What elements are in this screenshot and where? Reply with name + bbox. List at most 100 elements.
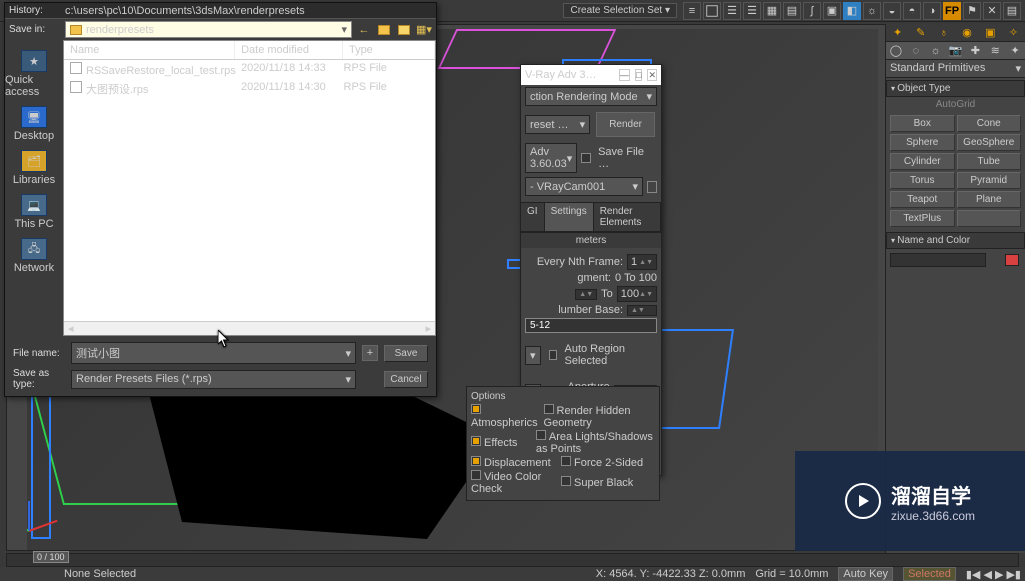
- filename-input[interactable]: 测试小图▾: [71, 342, 356, 364]
- opt-check[interactable]: [561, 456, 571, 466]
- to-spinner[interactable]: 100▲▼: [617, 286, 657, 302]
- cancel-button[interactable]: Cancel: [384, 371, 428, 388]
- place-network[interactable]: 🖧Network: [14, 238, 54, 274]
- col-name[interactable]: Name: [64, 41, 235, 59]
- newfolder-icon[interactable]: [396, 22, 412, 38]
- helper-icon[interactable]: ✚: [965, 42, 985, 59]
- toolbar-curve-icon[interactable]: ∫: [803, 2, 821, 20]
- util-tab-icon[interactable]: ✧: [1002, 24, 1025, 41]
- opt-check[interactable]: [471, 456, 481, 466]
- toolbar-layers-icon[interactable]: ▤: [783, 2, 801, 20]
- view-combo[interactable]: - VRayCam001▾: [525, 177, 643, 196]
- toolbar-render-icon[interactable]: ☼: [863, 2, 881, 20]
- file-row[interactable]: 大图预设.rps 2020/11/18 14:30 RPS File: [64, 79, 435, 99]
- savein-combo[interactable]: renderpresets ▾: [65, 21, 352, 38]
- place-desktop[interactable]: 🖥Desktop: [14, 106, 54, 142]
- opt-check[interactable]: [544, 404, 554, 414]
- prim-button[interactable]: Box: [890, 115, 955, 132]
- save-button[interactable]: Save: [384, 345, 428, 362]
- col-date[interactable]: Date modified: [235, 41, 343, 59]
- geom-icon[interactable]: ◯: [886, 42, 906, 59]
- toolbar-material-icon[interactable]: ◧: [843, 2, 861, 20]
- opt-check[interactable]: [471, 470, 481, 480]
- toolbar-icon[interactable]: ≡: [683, 2, 701, 20]
- shape-icon[interactable]: ◌: [906, 42, 926, 59]
- prim-button[interactable]: GeoSphere: [957, 134, 1022, 151]
- rollout-objtype[interactable]: Object Type: [886, 80, 1025, 97]
- place-thispc[interactable]: 💻This PC: [14, 194, 53, 230]
- light-icon[interactable]: ☼: [926, 42, 946, 59]
- tab-gi[interactable]: GI: [521, 203, 545, 231]
- toolbar-last-icon[interactable]: ▤: [1003, 2, 1021, 20]
- file-row[interactable]: RSSaveRestore_local_test.rps 2020/11/18 …: [64, 60, 435, 79]
- modify-tab-icon[interactable]: ✎: [909, 24, 932, 41]
- toolbar-x-icon[interactable]: ✕: [983, 2, 1001, 20]
- tab-relem[interactable]: Render Elements: [594, 203, 661, 231]
- file-list-scrollbar[interactable]: ◂▸: [64, 321, 435, 335]
- keyfilter-button[interactable]: Selected: [903, 567, 956, 581]
- selection-set-combo[interactable]: Create Selection Set ▾: [563, 3, 677, 18]
- autokey-button[interactable]: Auto Key: [838, 567, 893, 581]
- rollout-parameters[interactable]: meters: [521, 232, 661, 248]
- camera-icon[interactable]: 📷: [946, 42, 966, 59]
- increment-button[interactable]: +: [362, 345, 378, 361]
- prim-button[interactable]: Cylinder: [890, 153, 955, 170]
- prim-button[interactable]: Tube: [957, 153, 1022, 170]
- object-color-swatch[interactable]: [1005, 254, 1019, 266]
- toolbar-icon[interactable]: [703, 2, 721, 20]
- frames-input[interactable]: 5-12: [525, 318, 657, 333]
- from-spinner[interactable]: ▲▼: [575, 289, 597, 300]
- opt-check[interactable]: [471, 436, 481, 446]
- toolbar-teapot3-icon[interactable]: ◑: [923, 2, 941, 20]
- prim-button[interactable]: Teapot: [890, 191, 955, 208]
- create-tab-icon[interactable]: ✦: [886, 24, 909, 41]
- rollout-namecolor[interactable]: Name and Color: [886, 232, 1025, 249]
- savetype-combo[interactable]: Render Presets Files (*.rps)▾: [71, 370, 356, 389]
- target-combo[interactable]: ction Rendering Mode▾: [525, 87, 657, 106]
- close-icon[interactable]: ✕: [647, 69, 657, 81]
- toolbar-list2-icon[interactable]: ☰: [743, 2, 761, 20]
- prim-button[interactable]: [957, 210, 1022, 227]
- region-combo[interactable]: ▾: [525, 346, 541, 365]
- renderer-combo[interactable]: Adv 3.60.03▾: [525, 143, 577, 173]
- preset-combo[interactable]: reset …▾: [525, 115, 590, 134]
- opt-check[interactable]: [536, 430, 546, 440]
- display-tab-icon[interactable]: ▣: [979, 24, 1002, 41]
- toolbar-teapot2-icon[interactable]: ◓: [903, 2, 921, 20]
- toolbar-grid-icon[interactable]: ▦: [763, 2, 781, 20]
- tab-settings[interactable]: Settings: [545, 203, 594, 231]
- toolbar-flag-icon[interactable]: ⚑: [963, 2, 981, 20]
- time-slider[interactable]: 0 / 100: [33, 551, 69, 563]
- maximize-icon[interactable]: □: [635, 69, 642, 81]
- render-titlebar[interactable]: V-Ray Adv 3… — □ ✕: [521, 65, 661, 85]
- place-libraries[interactable]: 🗂Libraries: [13, 150, 55, 186]
- lock-icon[interactable]: [647, 181, 657, 193]
- autoregion-checkbox[interactable]: [549, 350, 558, 360]
- prim-button[interactable]: Pyramid: [957, 172, 1022, 189]
- prim-button[interactable]: Torus: [890, 172, 955, 189]
- numbase-spinner[interactable]: ▲▼: [627, 305, 657, 316]
- render-button[interactable]: Render: [596, 112, 655, 137]
- hierarchy-tab-icon[interactable]: ♁: [932, 24, 955, 41]
- prim-button[interactable]: TextPlus: [890, 210, 955, 227]
- object-name-input[interactable]: [890, 253, 986, 267]
- savefile-checkbox[interactable]: [581, 153, 591, 163]
- prim-button[interactable]: Sphere: [890, 134, 955, 151]
- col-type[interactable]: Type: [343, 41, 435, 59]
- prim-button[interactable]: Plane: [957, 191, 1022, 208]
- place-quickaccess[interactable]: ★Quick access: [5, 50, 63, 98]
- viewmenu-icon[interactable]: ▦▾: [416, 22, 432, 38]
- minimize-icon[interactable]: —: [619, 69, 630, 81]
- toolbar-teapot1-icon[interactable]: ◒: [883, 2, 901, 20]
- prim-button[interactable]: Cone: [957, 115, 1022, 132]
- file-list-header[interactable]: Name Date modified Type: [64, 41, 435, 60]
- toolbar-fp-icon[interactable]: FP: [943, 2, 961, 20]
- motion-tab-icon[interactable]: ◉: [956, 24, 979, 41]
- file-list[interactable]: Name Date modified Type RSSaveRestore_lo…: [63, 40, 436, 336]
- up-icon[interactable]: [376, 22, 392, 38]
- everynth-spinner[interactable]: 1▲▼: [627, 254, 657, 270]
- toolbar-list-icon[interactable]: ☰: [723, 2, 741, 20]
- timeline[interactable]: 0 / 100: [6, 553, 1019, 567]
- space-icon[interactable]: ≋: [985, 42, 1005, 59]
- autogrid-checkbox[interactable]: AutoGrid: [886, 97, 1025, 112]
